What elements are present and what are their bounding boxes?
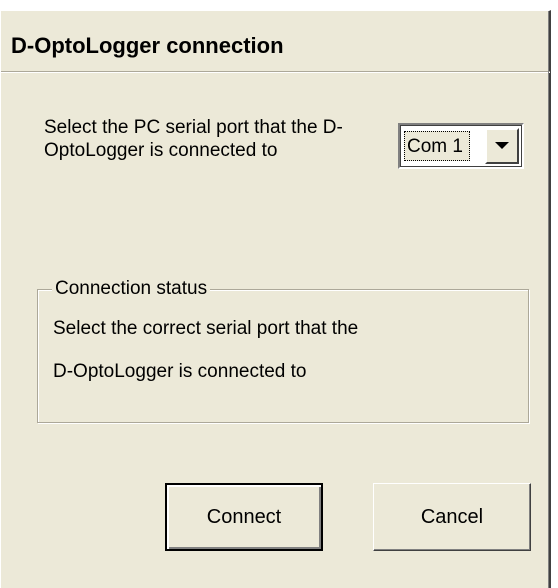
status-message-line-1: Select the correct serial port that the	[53, 318, 359, 339]
title-bar: D-OptoLogger connection	[3, 13, 545, 71]
status-message-line-2: D-OptoLogger is connected to	[53, 361, 307, 382]
selected-port-value[interactable]: Com 1	[404, 131, 470, 161]
serial-port-select[interactable]: Com 1	[398, 123, 524, 169]
connection-dialog: D-OptoLogger connection Select the PC se…	[0, 10, 551, 588]
connect-button[interactable]: Connect	[165, 483, 323, 551]
chevron-down-icon	[495, 142, 509, 149]
connection-status-group: Connection status Select the correct ser…	[37, 277, 529, 423]
connection-status-legend: Connection status	[52, 277, 211, 301]
cancel-button[interactable]: Cancel	[373, 483, 531, 551]
port-prompt-text: Select the PC serial port that the D-Opt…	[44, 117, 343, 161]
window-title: D-OptoLogger connection	[11, 33, 284, 58]
title-separator	[1, 71, 550, 73]
dropdown-button[interactable]	[485, 128, 519, 164]
